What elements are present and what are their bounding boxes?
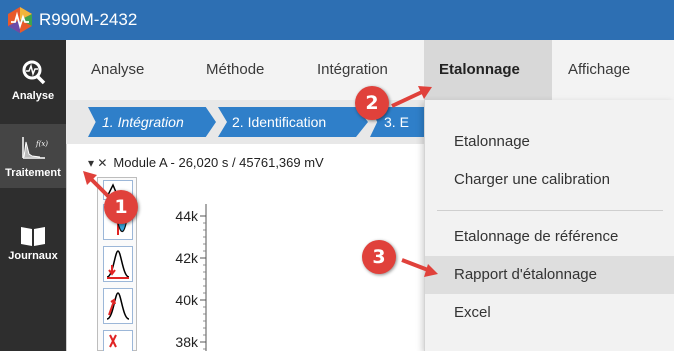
sidebar-item-traitement[interactable]: f(x) Traitement — [0, 124, 66, 188]
menu-item-excel[interactable]: Excel — [425, 294, 674, 332]
menu-item-etalonnage[interactable]: Etalonnage — [425, 123, 674, 161]
step-identification[interactable]: 2. Identification — [218, 107, 368, 137]
y-tick-label: 44k — [175, 208, 199, 224]
menu-analyse[interactable]: Analyse — [76, 40, 159, 100]
peak-delete-tool[interactable] — [103, 330, 133, 351]
callout-marker-2: 2 — [355, 86, 389, 120]
y-tick-label: 40k — [175, 292, 199, 308]
book-icon — [21, 227, 45, 246]
menu-integration[interactable]: Intégration — [302, 40, 403, 100]
processing-icon: f(x) — [22, 137, 48, 159]
menu-methode[interactable]: Méthode — [191, 40, 279, 100]
peak-shift-tool[interactable] — [103, 288, 133, 324]
sidebar-item-label: Analyse — [11, 90, 55, 102]
panel-header: ▾ ✕ Module A - 26,020 s / 45761,369 mV — [88, 152, 324, 174]
peak-split-tool[interactable] — [103, 246, 133, 282]
sidebar-item-label: Traitement — [5, 167, 61, 179]
left-sidebar: Analyse f(x) Traitement Journaux — [0, 40, 66, 351]
chromatogram-chart[interactable]: 44k 42k 40k 38k — [140, 200, 440, 351]
svg-text:f(x): f(x) — [35, 140, 48, 148]
analysis-icon — [22, 60, 46, 85]
step-label: 1. Intégration — [102, 114, 184, 130]
callout-marker-3: 3 — [362, 240, 396, 274]
step-integration[interactable]: 1. Intégration — [88, 107, 216, 137]
callout-marker-1: 1 — [104, 190, 138, 224]
menu-item-charger-calibration[interactable]: Charger une calibration — [425, 161, 674, 199]
panel-title: Module A - 26,020 s / 45761,369 mV — [113, 155, 324, 170]
peak-delete-icon — [109, 334, 117, 348]
step-label: 2. Identification — [232, 114, 327, 130]
window-title: R990M-2432 — [39, 10, 138, 29]
app-logo-icon — [8, 7, 32, 33]
y-tick-label: 38k — [175, 334, 199, 350]
step-label: 3. E — [384, 114, 409, 130]
y-tick-label: 42k — [175, 250, 199, 266]
y-axis-ticks — [200, 215, 206, 350]
menu-item-etalonnage-reference[interactable]: Etalonnage de référence — [425, 218, 674, 256]
menu-item-rapport-etalonnage[interactable]: Rapport d'étalonnage — [425, 256, 674, 294]
sidebar-item-analyse[interactable]: Analyse — [0, 48, 66, 112]
peak-shift-icon — [106, 292, 130, 320]
etalonnage-dropdown: Etalonnage Charger une calibration Etalo… — [424, 100, 674, 351]
callout-arrow-3 — [401, 258, 438, 277]
sidebar-item-label: Journaux — [8, 250, 58, 262]
menu-separator — [437, 210, 663, 211]
peak-split-icon — [106, 250, 130, 279]
sidebar-item-journaux[interactable]: Journaux — [0, 210, 66, 274]
menu-etalonnage[interactable]: Etalonnage — [424, 40, 552, 100]
y-axis-labels: 44k 42k 40k 38k — [175, 208, 199, 350]
title-bar: R990M-2432 — [0, 0, 674, 40]
callout-arrow-2 — [391, 86, 432, 108]
menu-affichage[interactable]: Affichage — [553, 40, 645, 100]
